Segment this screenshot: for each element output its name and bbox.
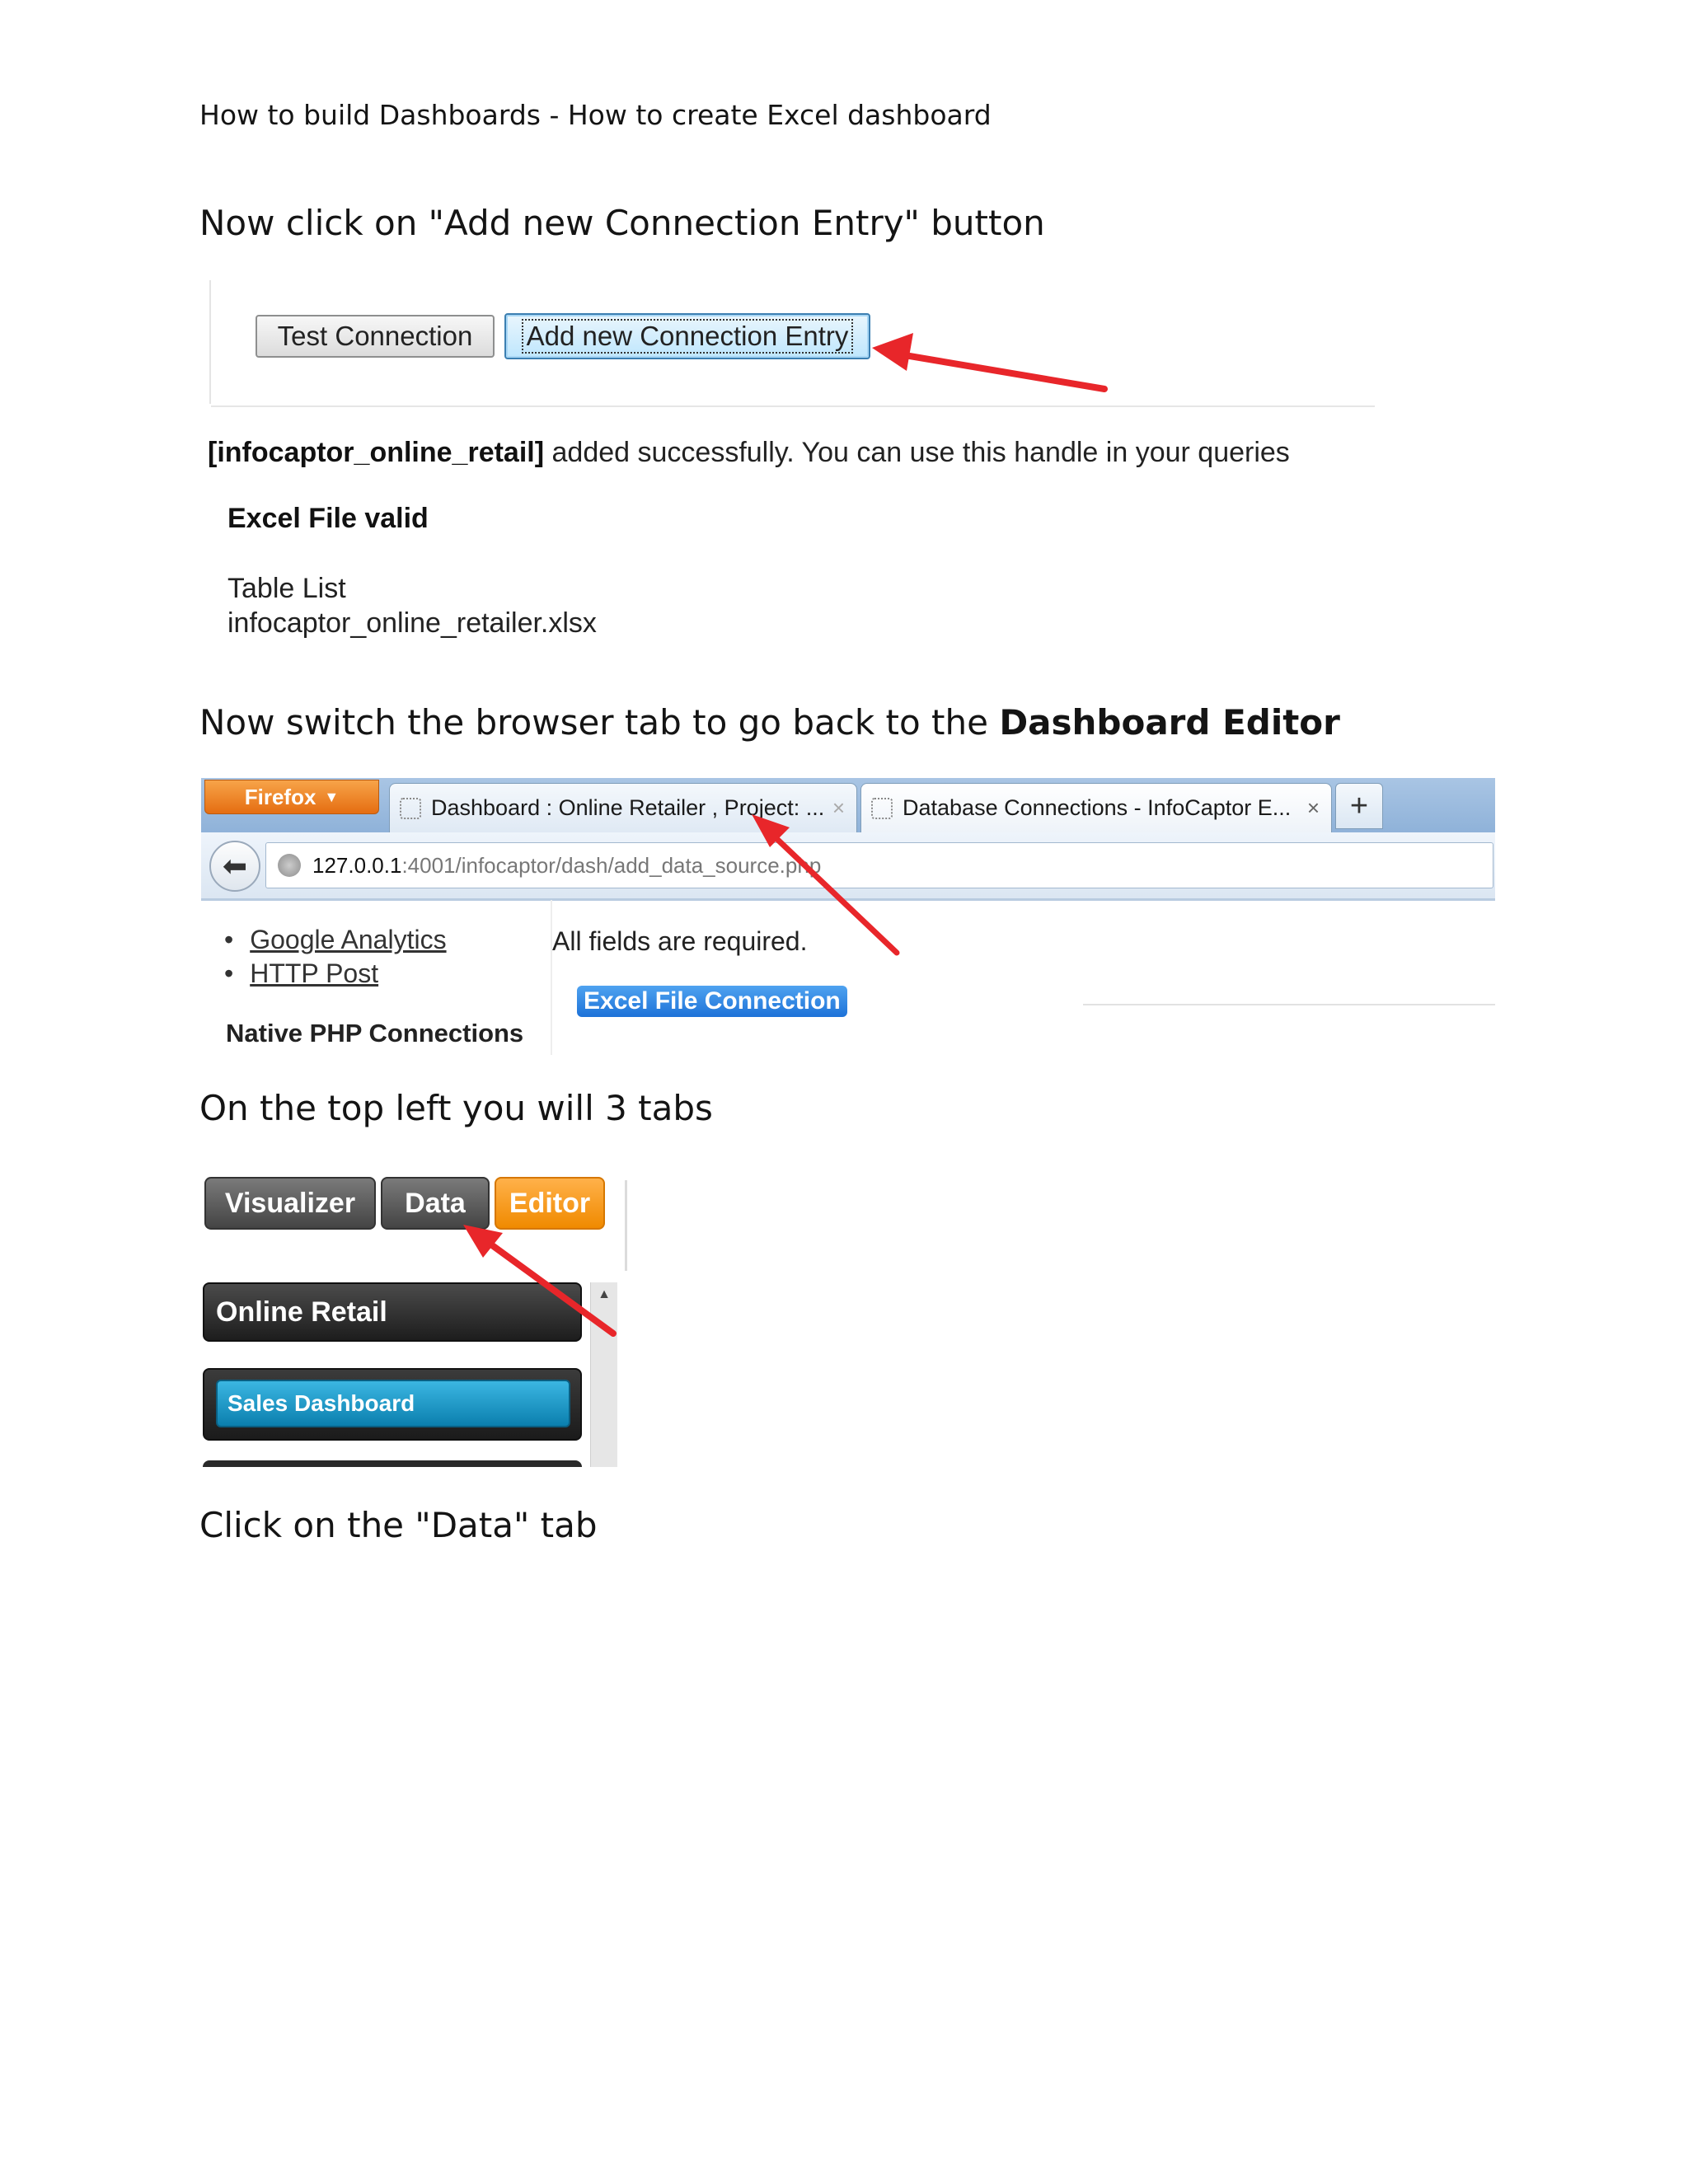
step-1-instruction: Now click on "Add new Connection Entry" … — [199, 203, 1045, 243]
new-tab-button[interactable]: + — [1335, 783, 1383, 829]
required-notice: All fields are required. — [552, 926, 808, 956]
sales-dashboard-item[interactable]: Sales Dashboard — [216, 1380, 570, 1427]
excel-file-connection-title: Excel File Connection — [577, 986, 847, 1017]
step-2-text: Now switch the browser tab to go back to… — [199, 702, 1000, 743]
panel-divider — [211, 405, 1375, 407]
next-panel — [203, 1460, 582, 1467]
chevron-down-icon: ▼ — [324, 788, 340, 805]
tab-editor[interactable]: Editor — [495, 1177, 605, 1230]
project-header[interactable]: Online Retail — [203, 1282, 582, 1342]
screenshot-app-tabs: Visualizer Data Editor Online Retail Sal… — [201, 1174, 630, 1467]
table-list-file: infocaptor_online_retailer.xlsx — [227, 607, 597, 639]
tab-dashboard-editor[interactable]: Dashboard : Online Retailer , Project: .… — [389, 783, 857, 832]
http-post-link[interactable]: HTTP Post — [250, 958, 447, 989]
navigation-bar: ⬅ 127.0.0.1:4001/infocaptor/dash/add_dat… — [201, 832, 1495, 901]
step-3-instruction: On the top left you will 3 tabs — [199, 1088, 713, 1128]
connection-handle: [infocaptor_online_retail] — [208, 437, 545, 468]
back-button[interactable]: ⬅ — [209, 841, 260, 892]
screenshot-browser-tabs: Firefox ▼ Dashboard : Online Retailer , P… — [201, 778, 1495, 1055]
google-analytics-link[interactable]: Google Analytics — [250, 925, 446, 955]
step-2-bold: Dashboard Editor — [999, 702, 1340, 743]
add-connection-entry-button[interactable]: Add new Connection Entry — [504, 313, 870, 359]
url-path: :4001/infocaptor/dash/add_data_source.ph… — [401, 852, 822, 878]
success-message-text: added successfully. You can use this han… — [544, 437, 1290, 468]
step-2-instruction: Now switch the browser tab to go back to… — [199, 702, 1340, 743]
excel-valid-heading: Excel File valid — [227, 503, 429, 534]
sidebar-divider — [551, 900, 552, 1055]
page-icon — [871, 797, 893, 819]
triangle-up-icon[interactable]: ▲ — [591, 1282, 617, 1307]
tab-title: Database Connections - InfoCaptor E... — [903, 795, 1292, 820]
page-icon — [400, 797, 421, 819]
screenshot-add-connection: Test Connection Add new Connection Entry… — [204, 280, 1375, 643]
step-4-instruction: Click on the "Data" tab — [199, 1505, 598, 1545]
globe-icon — [278, 854, 301, 877]
left-arrow-icon: ⬅ — [222, 849, 248, 883]
section-divider — [1083, 1004, 1495, 1005]
close-icon[interactable]: × — [1307, 795, 1320, 821]
table-list-label: Table List — [227, 573, 346, 604]
scrollbar[interactable]: ▲ — [590, 1282, 617, 1467]
success-message: [infocaptor_online_retail] added success… — [208, 437, 1290, 469]
test-connection-button[interactable]: Test Connection — [256, 315, 495, 358]
native-php-heading: Native PHP Connections — [226, 1019, 524, 1047]
browser-tab-bar: Firefox ▼ Dashboard : Online Retailer , P… — [201, 778, 1495, 832]
tab-database-connections[interactable]: Database Connections - InfoCaptor E... × — [860, 783, 1332, 832]
tab-visualizer[interactable]: Visualizer — [204, 1177, 376, 1230]
panel-border — [209, 280, 211, 404]
firefox-menu-button[interactable]: Firefox ▼ — [204, 780, 379, 814]
url-host: 127.0.0.1 — [312, 852, 402, 878]
firefox-menu-label: Firefox — [244, 784, 316, 809]
tab-data[interactable]: Data — [381, 1177, 490, 1230]
page-header: How to build Dashboards - How to create … — [199, 99, 992, 131]
url-bar[interactable]: 127.0.0.1:4001/infocaptor/dash/add_data_… — [265, 842, 1493, 888]
add-connection-entry-label: Add new Connection Entry — [521, 319, 854, 354]
tabs-divider — [625, 1180, 627, 1271]
tab-title: Dashboard : Online Retailer , Project: .… — [431, 795, 825, 820]
connection-type-list: Google Analytics HTTP Post — [250, 925, 447, 992]
dashboard-panel: Sales Dashboard — [203, 1368, 582, 1441]
close-icon[interactable]: × — [832, 795, 845, 821]
